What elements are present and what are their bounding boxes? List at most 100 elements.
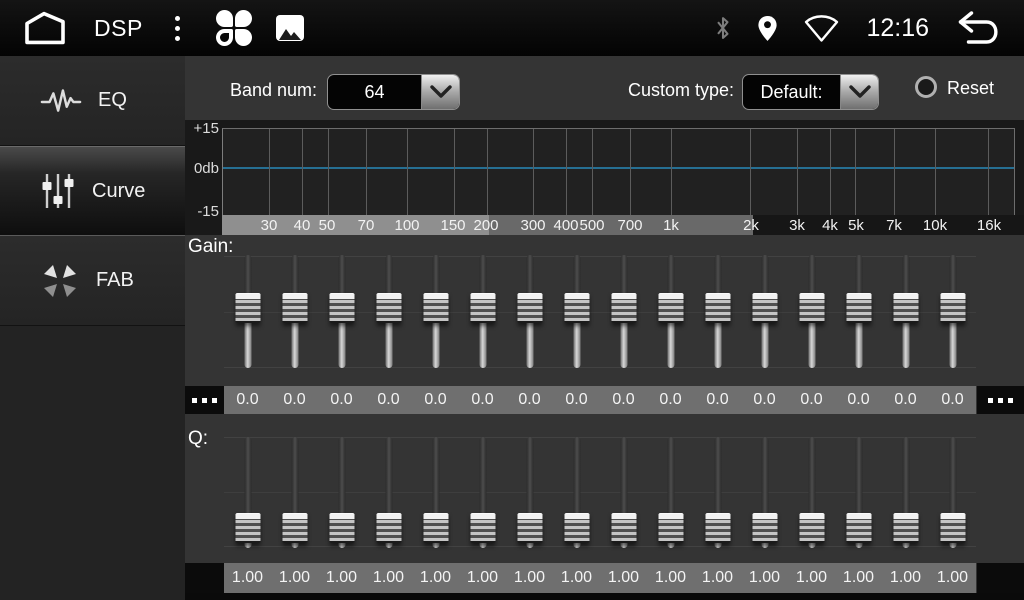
q-slider-knob[interactable] [893,513,918,543]
q-slider[interactable] [600,437,647,548]
gain-slider-knob[interactable] [940,293,965,323]
q-slider-knob[interactable] [658,513,683,543]
q-slider[interactable] [271,437,318,548]
q-slider[interactable] [553,437,600,548]
top-status-bar: DSP 12:16 [0,0,1024,56]
q-slider-knob[interactable] [517,513,542,543]
sidebar-item-eq[interactable]: EQ [0,56,185,146]
freq-tick-label: 40 [294,215,311,236]
eq-response-line [223,167,1014,169]
gain-slider-knob[interactable] [376,293,401,323]
gain-slider[interactable] [224,255,271,368]
gain-slider-knob[interactable] [517,293,542,323]
freq-tick-label: 2k [743,215,759,236]
clock: 12:16 [866,14,929,43]
band-num-label: Band num: [230,80,317,101]
gain-slider-knob[interactable] [235,293,260,323]
q-slider-knob[interactable] [564,513,589,543]
gain-slider-knob[interactable] [329,293,354,323]
custom-type-dropdown[interactable]: Default: [742,74,879,110]
q-slider-knob[interactable] [423,513,448,543]
chevron-down-icon[interactable] [421,75,459,109]
q-slider-knob[interactable] [470,513,495,543]
q-slider[interactable] [835,437,882,548]
sidebar: EQ Curve FAB [0,56,185,600]
gain-slider[interactable] [459,255,506,368]
sidebar-item-curve[interactable]: Curve [0,146,185,236]
gain-slider-knob[interactable] [564,293,589,323]
chevron-down-icon[interactable] [840,75,878,109]
gain-slider-knob[interactable] [470,293,495,323]
gain-slider-knob[interactable] [705,293,730,323]
gain-slider[interactable] [318,255,365,368]
q-slider[interactable] [506,437,553,548]
q-slider[interactable] [929,437,976,548]
gain-slider-knob[interactable] [752,293,777,323]
gain-slider[interactable] [412,255,459,368]
q-slider[interactable] [412,437,459,548]
gallery-icon[interactable] [276,15,304,41]
q-slider-knob[interactable] [705,513,730,543]
gain-slider[interactable] [365,255,412,368]
q-slider[interactable] [365,437,412,548]
dsp-screen: DSP 12:16 [0,0,1024,600]
gain-slider[interactable] [694,255,741,368]
q-slider-knob[interactable] [752,513,777,543]
freq-gridline [935,129,936,215]
gain-slider[interactable] [647,255,694,368]
q-slider-knob[interactable] [235,513,260,543]
back-icon[interactable] [955,9,1002,47]
q-slider[interactable] [459,437,506,548]
gain-scroll-right-button[interactable] [977,386,1024,414]
q-value: 1.00 [412,563,459,593]
gain-slider[interactable] [929,255,976,368]
gain-slider[interactable] [741,255,788,368]
eq-curve-chart: +15 0db -15 3040507010015020030040050070… [185,120,1024,235]
gain-scroll-left-button[interactable] [185,386,224,414]
gain-slider[interactable] [271,255,318,368]
q-value: 1.00 [318,563,365,593]
q-slider[interactable] [741,437,788,548]
q-slider-knob[interactable] [940,513,965,543]
reset-label[interactable]: Reset [947,78,994,99]
q-slider[interactable] [788,437,835,548]
q-slider-knob[interactable] [376,513,401,543]
gain-slider-knob[interactable] [611,293,636,323]
gain-value: 0.0 [788,386,835,414]
gain-value: 0.0 [835,386,882,414]
gain-slider[interactable] [882,255,929,368]
q-value: 1.00 [365,563,412,593]
overflow-menu-icon[interactable] [175,16,180,41]
q-value: 1.00 [271,563,318,593]
q-slider-knob[interactable] [846,513,871,543]
gain-slider-knob[interactable] [799,293,824,323]
q-slider-knob[interactable] [282,513,307,543]
gain-slider-knob[interactable] [846,293,871,323]
band-num-dropdown[interactable]: 64 [327,74,460,110]
q-slider[interactable] [647,437,694,548]
apps-clover-icon[interactable] [216,10,252,46]
gain-slider-knob[interactable] [423,293,448,323]
q-slider[interactable] [694,437,741,548]
gain-slider-knob[interactable] [282,293,307,323]
location-icon [756,14,779,43]
reset-radio-icon[interactable] [915,76,937,98]
bluetooth-icon [714,14,732,42]
q-slider[interactable] [882,437,929,548]
gain-slider[interactable] [506,255,553,368]
gain-slider[interactable] [788,255,835,368]
home-icon[interactable] [22,10,68,46]
gain-slider-knob[interactable] [893,293,918,323]
q-slider-knob[interactable] [329,513,354,543]
gain-slider[interactable] [553,255,600,368]
q-slider[interactable] [224,437,271,548]
gain-slider[interactable] [835,255,882,368]
eq-plot-area[interactable] [222,128,1015,215]
sidebar-item-fab[interactable]: FAB [0,236,185,326]
gain-slider-knob[interactable] [658,293,683,323]
q-slider[interactable] [318,437,365,548]
q-slider-knob[interactable] [611,513,636,543]
custom-type-value: Default: [743,75,840,109]
gain-slider[interactable] [600,255,647,368]
q-slider-knob[interactable] [799,513,824,543]
